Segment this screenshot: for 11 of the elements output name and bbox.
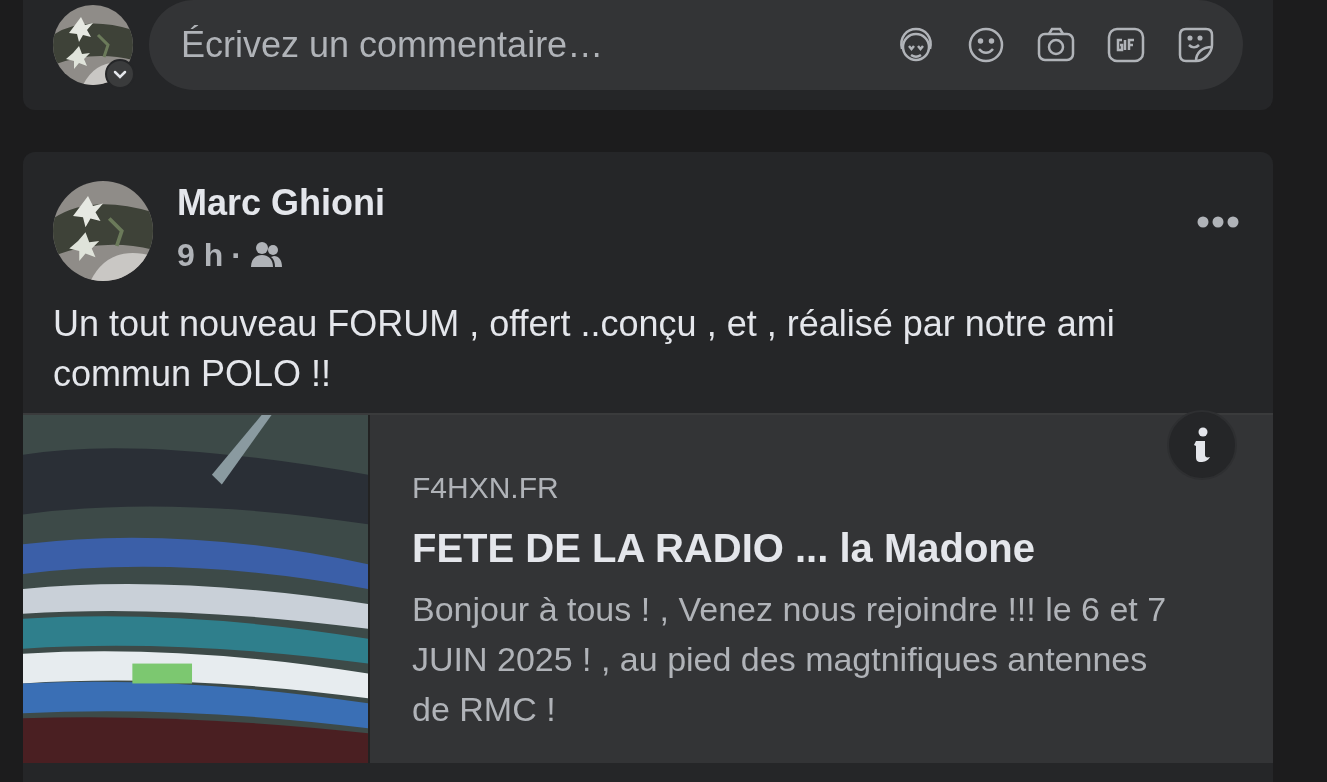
separator: · xyxy=(231,235,242,275)
link-preview-card[interactable]: F4HXN.FR FETE DE LA RADIO ... la Madone Bonjour à tous ! , Venez nous rejoindre !!! le 6 et 7 JUIN 2025 ! , au pied des magtnifiques antennes de RMC ! xyxy=(23,413,1273,763)
link-description: Bonjour à tous ! , Venez nous rejoindre !!! le 6 et 7 JUIN 2025 ! , au pied des magtnifiques antennes de RMC ! xyxy=(412,589,1168,730)
link-title: FETE DE LA RADIO ... la Madone xyxy=(412,525,1036,572)
info-icon xyxy=(1192,427,1212,463)
friends-icon xyxy=(249,240,282,269)
author-name[interactable]: Marc Ghioni xyxy=(177,183,1169,223)
post-time[interactable]: 9 h xyxy=(177,230,224,279)
comment-field[interactable]: Écrivez un commentaire… xyxy=(149,0,1243,90)
link-domain: F4HXN.FR xyxy=(412,470,560,506)
post-text: Un tout nouveau FORUM , offert ..conçu , et , réalisé par notre ami commun POLO !! xyxy=(52,302,1116,396)
